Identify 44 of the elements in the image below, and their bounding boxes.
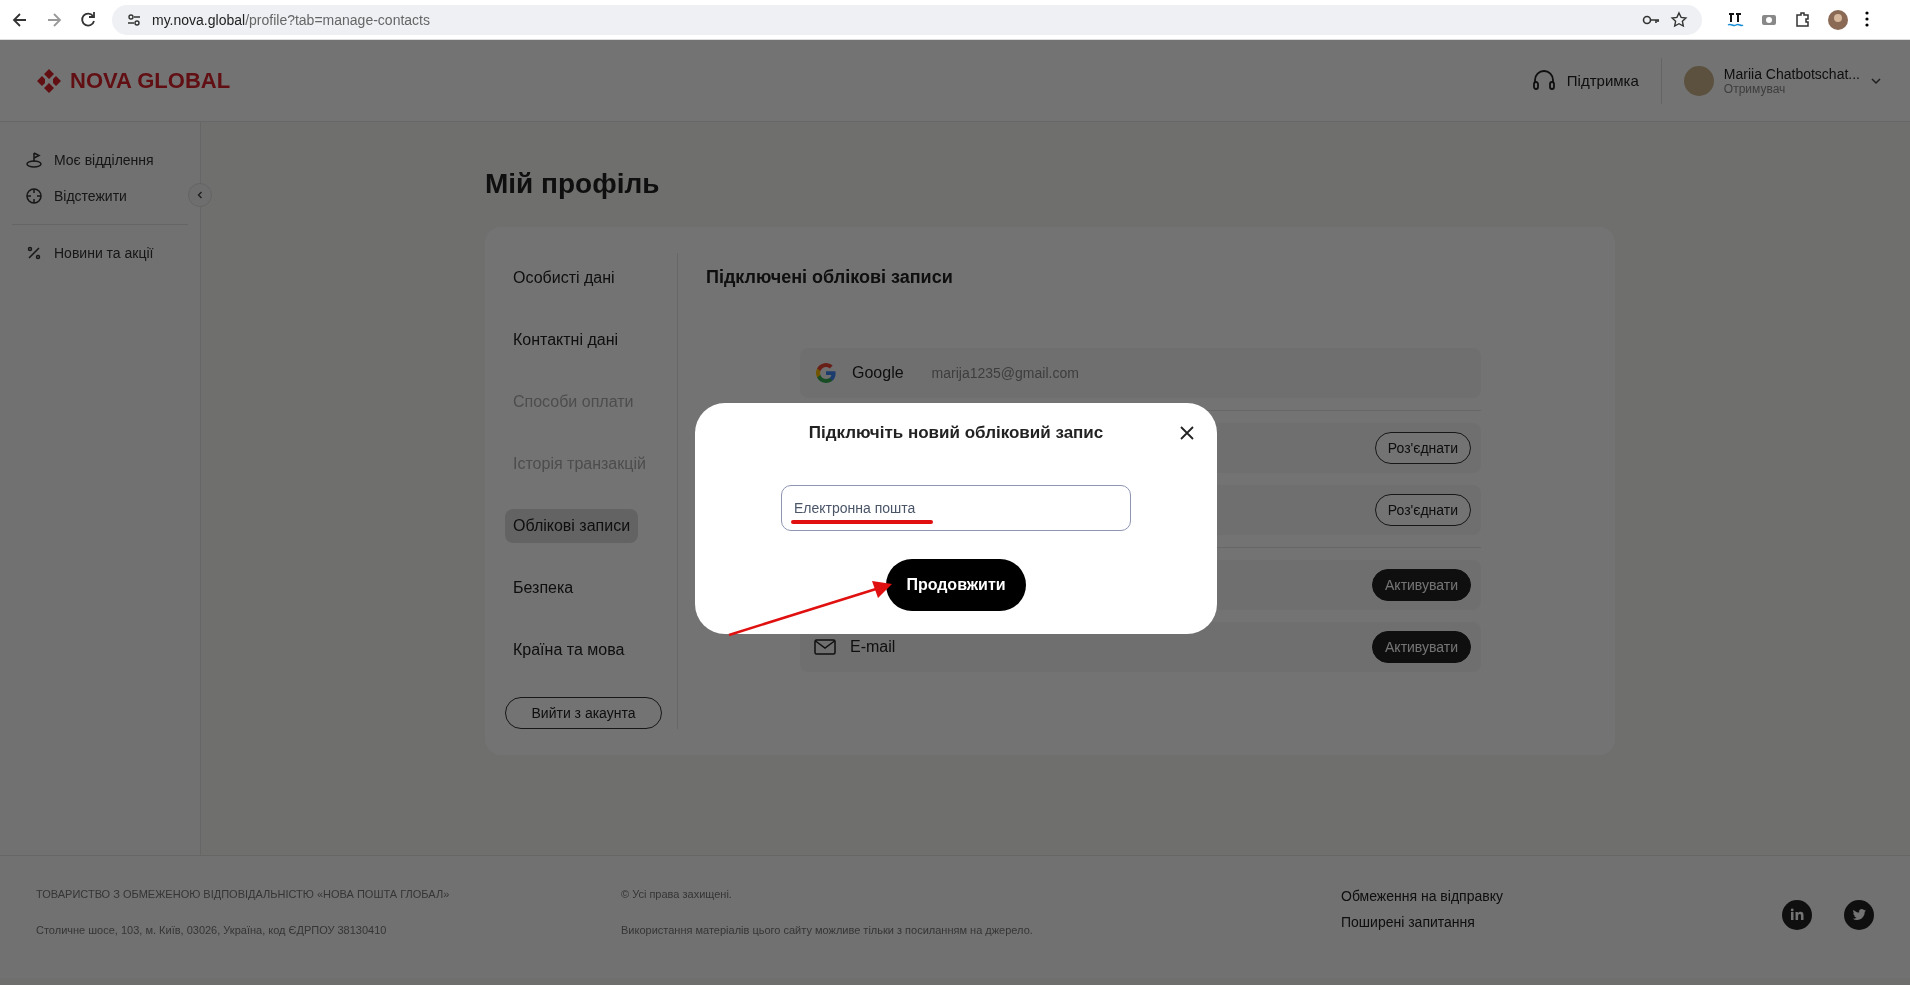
logo-icon (36, 67, 62, 94)
sidebar-item[interactable]: Моє відділення (0, 142, 178, 178)
site-settings-icon[interactable] (126, 11, 142, 28)
modal-title: Підключіть новий обліковий запис (808, 423, 1104, 443)
page-title: Мій профіль (485, 167, 661, 201)
account-name: E-mail (850, 638, 896, 656)
envelope-icon (814, 639, 836, 655)
profile-menu-item[interactable]: Країна та мова (505, 633, 633, 667)
logout-button[interactable]: Вийти з акаунта (505, 697, 662, 729)
address-bar[interactable]: my.nova.global/profile?tab=manage-contacts (112, 4, 1702, 35)
profile-menu-item[interactable]: Контактні дані (505, 323, 627, 357)
star-icon[interactable] (1670, 10, 1688, 29)
puzzle-icon[interactable] (1794, 9, 1812, 28)
url-text: my.nova.global/profile?tab=manage-contacts (152, 11, 430, 28)
continue-button[interactable]: Продовжити (886, 559, 1026, 611)
crosshair-icon (24, 186, 44, 206)
company-address: Столичне шосе, 103, м. Київ, 03026, Україна, код ЄДРПОУ 38130410 (36, 924, 388, 936)
activate-button[interactable]: Активувати (1372, 631, 1471, 663)
account-name: Google (852, 364, 904, 382)
user-name[interactable]: Mariia Chatbotschat... (1723, 65, 1860, 82)
profile-menu-item[interactable]: Облікові записи (505, 509, 639, 543)
sidebar-item[interactable]: Новини та акції (0, 235, 178, 271)
support-link[interactable]: Підтримка (1566, 72, 1639, 89)
sidebar-item[interactable]: Відстежити (0, 178, 151, 214)
close-icon[interactable] (1179, 425, 1195, 441)
brand-logo-text[interactable]: NOVA GLOBAL (70, 67, 231, 94)
profile-menu-item[interactable]: Особисті дані (505, 261, 623, 295)
disconnect-button[interactable]: Роз'єднати (1374, 432, 1471, 464)
linkedin-icon[interactable] (1782, 900, 1812, 930)
footer-link[interactable]: Поширені запитання (1341, 914, 1761, 930)
copyright-text: © Усі права захищені. (621, 888, 733, 900)
chevron-left-icon (195, 190, 205, 200)
google-icon (814, 361, 838, 385)
disconnect-button[interactable]: Роз'єднати (1374, 494, 1471, 526)
activate-button[interactable]: Активувати (1372, 569, 1471, 601)
twitter-icon[interactable] (1844, 900, 1874, 930)
profile-avatar-icon[interactable] (1828, 9, 1848, 30)
flag-pin-icon (24, 150, 44, 170)
company-name: ТОВАРИСТВО З ОБМЕЖЕНОЮ ВІДПОВІДАЛЬНІСТЮ «НОВА ПОШТА ГЛОБАЛ» (36, 888, 451, 900)
section-title: Підключені облікові записи (706, 267, 954, 288)
profile-menu-item[interactable]: Безпека (505, 571, 582, 605)
footer-link[interactable]: Обмеження на відправку (1341, 888, 1761, 904)
email-input-field[interactable]: Електронна пошта (781, 485, 1131, 531)
more-icon[interactable] (1864, 9, 1870, 28)
